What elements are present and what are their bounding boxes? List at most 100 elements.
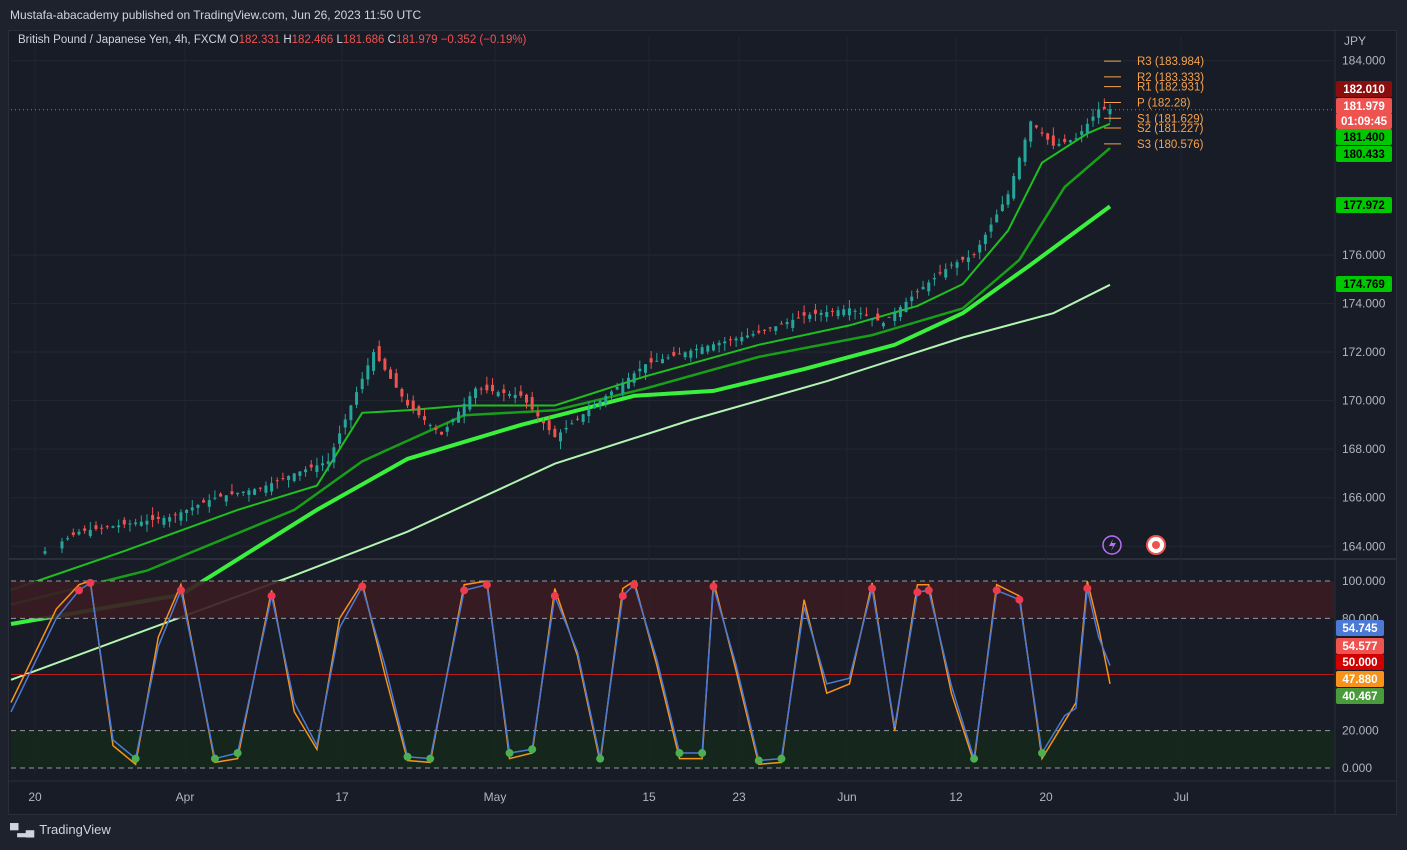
chart-frame[interactable]: 164.000 166.000 168.000 170.000 172.000 174.0… [8, 30, 1397, 815]
candle-body [632, 373, 636, 383]
candle-body [502, 389, 506, 394]
candle-body [683, 352, 687, 358]
candle-body [1051, 135, 1055, 146]
candle-body [168, 517, 172, 522]
candle-body [751, 334, 755, 336]
candle-body [457, 411, 461, 423]
candle-body [1074, 138, 1078, 140]
candle-body [768, 327, 772, 329]
candle-body [66, 538, 70, 540]
candle-body [961, 256, 965, 260]
candle-body [559, 432, 563, 442]
candle-body [989, 224, 993, 232]
overbought-marker [924, 586, 933, 595]
x-tick-label: Jul [1173, 790, 1188, 804]
candle-body [247, 490, 251, 495]
candle-body [604, 396, 608, 403]
candle-body [213, 497, 217, 499]
candle-body [332, 447, 336, 463]
overbought-marker [630, 580, 639, 589]
candle-body [224, 495, 228, 502]
candle-body [406, 399, 410, 406]
legend-symbol[interactable]: British Pound / Japanese Yen, 4h, FXCM [18, 34, 226, 46]
candle-body [598, 400, 602, 406]
candle-body [185, 509, 189, 514]
candle-body [1108, 109, 1112, 115]
candle-body [338, 433, 342, 444]
legend-close-label: C [387, 34, 396, 46]
candle-body [881, 322, 885, 327]
x-tick-label: 23 [732, 790, 746, 804]
price-tag-label: 177.972 [1343, 200, 1385, 212]
overbought-marker [618, 591, 627, 600]
candle-body [1000, 204, 1004, 211]
price-tick-label: 184.000 [1342, 54, 1386, 68]
candle-body [915, 291, 919, 293]
candle-body [434, 427, 438, 430]
oversold-marker [596, 754, 605, 763]
candle-body [156, 516, 160, 519]
candle-body [304, 469, 308, 473]
candle-body [275, 480, 279, 482]
footer-brand[interactable]: TradingView [39, 822, 111, 837]
overbought-marker [868, 584, 877, 593]
candle-body [711, 344, 715, 351]
candle-body [864, 314, 868, 316]
candle-body [1091, 116, 1095, 121]
candle-body [77, 531, 81, 535]
candle-body [706, 345, 710, 352]
overbought-marker [913, 588, 922, 597]
candle-body [1029, 121, 1033, 142]
candle-body [983, 234, 987, 245]
candle-body [513, 394, 517, 399]
candle-body [377, 346, 381, 361]
candle-body [88, 529, 92, 536]
candle-body [94, 525, 98, 529]
tradingview-logo-icon[interactable]: ▀▂▄ [10, 823, 34, 837]
candle-body [785, 322, 789, 325]
overbought-zone [11, 581, 1334, 619]
candle-body [700, 347, 704, 354]
candle-body [134, 522, 138, 525]
candle-body [530, 397, 534, 410]
x-tick-label: 20 [28, 790, 42, 804]
candle-body [43, 551, 47, 554]
candle-body [83, 528, 87, 531]
chart-canvas[interactable]: 164.000166.000168.000170.000172.000174.0… [9, 31, 1396, 814]
candle-body [734, 338, 738, 341]
candle-body [921, 286, 925, 290]
candle-body [111, 526, 115, 528]
candle-body [898, 307, 902, 318]
candle-body [321, 463, 325, 466]
overbought-marker [482, 580, 491, 589]
candle-body [587, 409, 591, 417]
candle-body [100, 527, 104, 529]
candle-body [564, 427, 568, 430]
price-tag-label: 182.010 [1343, 84, 1385, 96]
legend-high-label: H [283, 34, 292, 46]
candle-body [1068, 140, 1072, 143]
price-tick-label: 176.000 [1342, 248, 1386, 262]
overbought-marker [1015, 595, 1024, 604]
candle-body [830, 310, 834, 312]
candle-body [972, 254, 976, 256]
price-tick-label: 174.000 [1342, 297, 1386, 311]
legend-low: 181.686 [342, 34, 385, 46]
candle-body [672, 351, 676, 356]
candle-body [609, 391, 613, 396]
candle-body [1012, 176, 1016, 199]
candle-body [417, 406, 421, 416]
candle-body [462, 403, 466, 417]
candle-body [887, 316, 891, 318]
x-tick-label: 17 [335, 790, 349, 804]
osc-value-label: 50.000 [1342, 657, 1377, 669]
candle-body [717, 342, 721, 346]
candle-body [241, 491, 245, 494]
candle-body [927, 282, 931, 292]
candle-body [162, 518, 166, 525]
candle-body [649, 358, 653, 363]
overbought-marker [267, 591, 276, 600]
candle-body [292, 473, 296, 481]
candle-body [202, 500, 206, 503]
overbought-marker [358, 582, 367, 591]
